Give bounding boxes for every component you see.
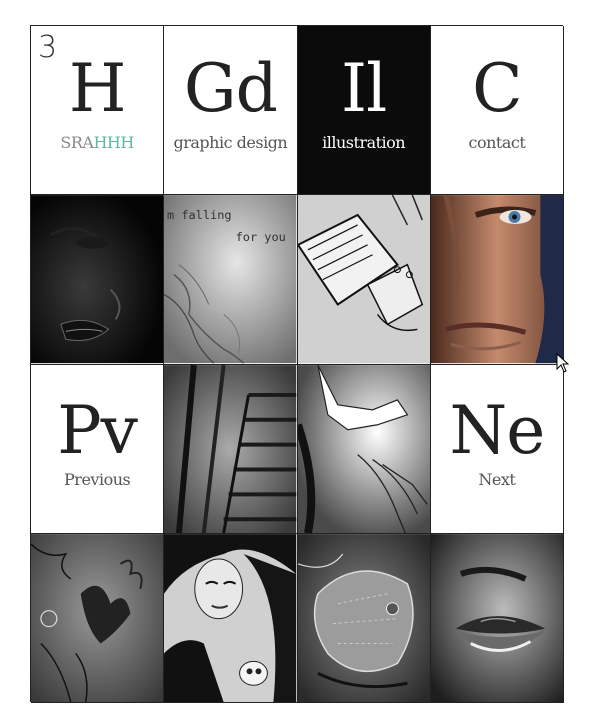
next-tile[interactable]: Ne Next bbox=[430, 364, 564, 534]
nav-tile-illustration[interactable]: Il illustration bbox=[297, 26, 431, 196]
nav-tile-contact[interactable]: C contact bbox=[430, 26, 564, 196]
nav-symbol: Gd bbox=[183, 50, 278, 127]
nav-label: contact bbox=[468, 133, 526, 152]
nav-symbol: C bbox=[472, 50, 523, 127]
brand-name-second: HHH bbox=[93, 133, 134, 152]
previous-label: Previous bbox=[64, 469, 131, 489]
artwork-fish[interactable] bbox=[297, 533, 431, 703]
home-tile[interactable]: 3 H SRAHHH bbox=[31, 26, 165, 196]
previous-symbol: Pv bbox=[57, 391, 138, 469]
brand-name: SRAHHH bbox=[31, 133, 163, 152]
mouse-cursor-icon bbox=[556, 353, 570, 373]
home-symbol: H bbox=[68, 50, 127, 127]
brand-name-first: SRA bbox=[60, 133, 94, 152]
artwork-dark-face[interactable] bbox=[31, 195, 165, 365]
artwork-caption-line2: for you bbox=[236, 230, 286, 244]
artwork-caption-line1: m falling bbox=[167, 208, 232, 222]
artwork-hand-gun[interactable] bbox=[297, 195, 431, 365]
next-label: Next bbox=[478, 469, 516, 489]
artwork-staircase[interactable] bbox=[164, 364, 298, 534]
periodic-grid: 3 H SRAHHH Gd graphic design Il illustra… bbox=[30, 25, 564, 703]
nav-label: illustration bbox=[322, 133, 406, 152]
artwork-woman-skull[interactable] bbox=[164, 533, 298, 703]
artwork-falling-for-you[interactable]: m falling for you bbox=[164, 195, 298, 365]
artwork-face-closeup[interactable] bbox=[430, 195, 564, 365]
nav-symbol: Il bbox=[341, 50, 387, 127]
nav-label: graphic design bbox=[173, 133, 288, 152]
previous-tile[interactable]: Pv Previous bbox=[31, 364, 165, 534]
artwork-reaching-hands[interactable] bbox=[297, 364, 431, 534]
artwork-lips[interactable] bbox=[430, 533, 564, 703]
next-symbol: Ne bbox=[449, 391, 545, 469]
nav-tile-graphic-design[interactable]: Gd graphic design bbox=[164, 26, 298, 196]
artwork-woman-smoke[interactable] bbox=[31, 533, 165, 703]
